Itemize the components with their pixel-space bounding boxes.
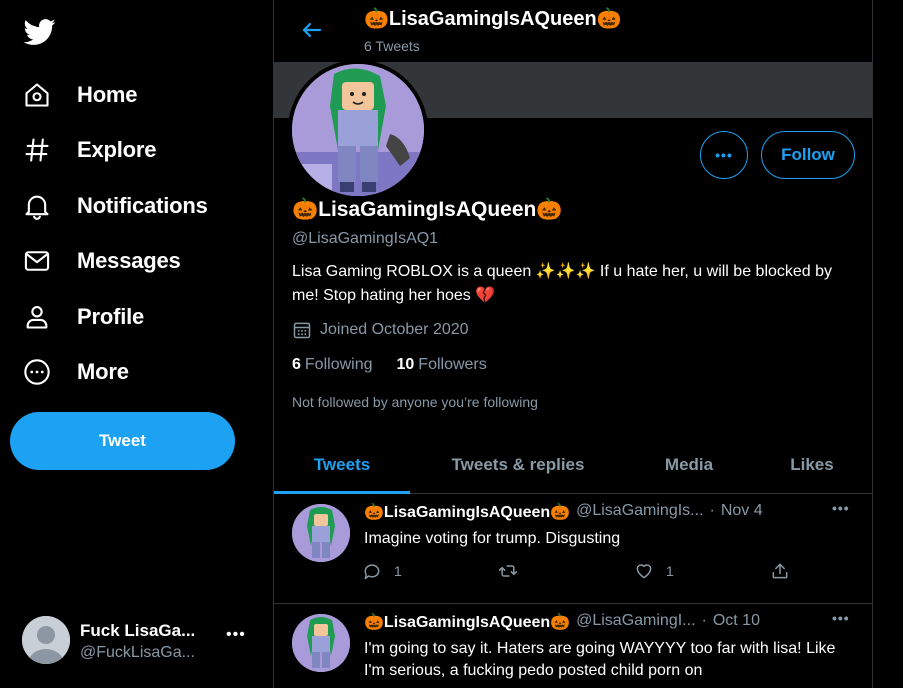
nav-explore-label: Explore bbox=[77, 137, 157, 162]
tweet-author-handle[interactable]: @LisaGamingI... bbox=[576, 612, 695, 632]
tab-tweets-and-replies[interactable]: Tweets & replies bbox=[410, 436, 626, 493]
following-count: 6 bbox=[292, 356, 301, 373]
home-icon bbox=[22, 80, 52, 110]
calendar-icon bbox=[292, 320, 312, 340]
retweet-button[interactable] bbox=[498, 561, 530, 581]
followers-count: 10 bbox=[396, 356, 415, 373]
separator-dot: · bbox=[709, 502, 715, 519]
profile-header-bar: 🎃LisaGamingIsAQueen🎃 6 Tweets bbox=[274, 0, 872, 62]
profile-column: 🎃LisaGamingIsAQueen🎃 6 Tweets ••• Follow… bbox=[273, 0, 873, 688]
tab-likes[interactable]: Likes bbox=[752, 436, 872, 493]
separator-dot: · bbox=[701, 612, 707, 629]
following-label: Following bbox=[304, 356, 373, 373]
tweet-avatar[interactable] bbox=[292, 504, 350, 562]
account-handle: @FuckLisaGa... bbox=[80, 644, 195, 661]
followers-link[interactable]: 10 Followers bbox=[397, 356, 487, 374]
joined-label: Joined October 2020 bbox=[320, 321, 469, 338]
twitter-bird-icon[interactable] bbox=[22, 16, 58, 48]
followers-label: Followers bbox=[418, 356, 487, 373]
nav-messages-label: Messages bbox=[77, 248, 181, 273]
profile-name: 🎃LisaGamingIsAQueen🎃 bbox=[292, 198, 563, 221]
tab-media[interactable]: Media bbox=[626, 436, 752, 493]
account-name: Fuck LisaGa... bbox=[80, 621, 196, 640]
bell-icon bbox=[22, 191, 52, 221]
back-arrow-icon[interactable] bbox=[300, 18, 324, 42]
tweet-header: 🎃LisaGamingIsAQueen🎃 @LisaGamingI... · O… bbox=[364, 612, 760, 632]
tweet-author-name[interactable]: 🎃LisaGamingIsAQueen🎃 bbox=[364, 612, 570, 632]
nav-profile-label: Profile bbox=[77, 304, 145, 329]
reply-button[interactable]: 1 bbox=[362, 561, 402, 581]
tweet-avatar[interactable] bbox=[292, 614, 350, 672]
tweet-more-icon[interactable]: ••• bbox=[832, 500, 850, 516]
tweet-text: I'm going to say it. Haters are going WA… bbox=[364, 640, 836, 679]
profile-more-button[interactable]: ••• bbox=[700, 131, 748, 179]
retweet-icon bbox=[498, 565, 518, 577]
share-button[interactable] bbox=[770, 561, 802, 581]
tweet-timestamp[interactable]: Oct 10 bbox=[713, 612, 760, 632]
nav-profile[interactable]: Profile bbox=[22, 297, 144, 337]
hashtag-icon bbox=[22, 135, 52, 165]
profile-handle: @LisaGamingIsAQ1 bbox=[292, 230, 439, 247]
nav-home[interactable]: Home bbox=[22, 75, 138, 115]
reply-icon bbox=[364, 564, 380, 580]
account-switcher[interactable]: Fuck LisaGa... @FuckLisaGa... ••• bbox=[20, 612, 260, 670]
nav-home-label: Home bbox=[77, 82, 138, 107]
more-circle-icon bbox=[22, 357, 52, 387]
profile-avatar[interactable] bbox=[288, 60, 428, 200]
nav-more-label: More bbox=[77, 359, 129, 384]
following-link[interactable]: 6 Following bbox=[292, 356, 373, 374]
nav-notifications[interactable]: Notifications bbox=[22, 186, 208, 226]
like-count: 1 bbox=[666, 563, 674, 579]
not-followed-notice: Not followed by anyone you’re following bbox=[292, 394, 538, 410]
nav-explore[interactable]: Explore bbox=[22, 130, 156, 170]
person-icon bbox=[22, 302, 52, 332]
header-title: 🎃LisaGamingIsAQueen🎃 bbox=[364, 8, 622, 30]
follow-button[interactable]: Follow bbox=[761, 131, 855, 179]
reply-count: 1 bbox=[394, 563, 402, 579]
tweet-item[interactable]: 🎃LisaGamingIsAQueen🎃 @LisaGamingI... · O… bbox=[274, 604, 872, 688]
header-tweet-count: 6 Tweets bbox=[364, 38, 420, 54]
nav-more[interactable]: More bbox=[22, 352, 129, 392]
profile-tabs: Tweets Tweets & replies Media Likes bbox=[274, 436, 872, 494]
tweet-header: 🎃LisaGamingIsAQueen🎃 @LisaGamingIs... · … bbox=[364, 502, 763, 522]
tweet-text: Imagine voting for trump. Disgusting bbox=[364, 530, 621, 547]
joined-date: Joined October 2020 bbox=[292, 320, 469, 340]
nav-messages[interactable]: Messages bbox=[22, 241, 181, 281]
envelope-icon bbox=[22, 246, 52, 276]
tweet-item[interactable]: 🎃LisaGamingIsAQueen🎃 @LisaGamingIs... · … bbox=[274, 494, 872, 604]
tweet-actions: 1 1 bbox=[362, 561, 802, 585]
avatar bbox=[22, 616, 70, 664]
follow-stats: 6 Following 10 Followers bbox=[292, 356, 511, 374]
tweet-timestamp[interactable]: Nov 4 bbox=[721, 502, 763, 522]
tweet-button[interactable]: Tweet bbox=[10, 412, 235, 470]
left-sidebar: Home Explore Notifications Messages Prof… bbox=[0, 0, 273, 688]
account-more-icon[interactable]: ••• bbox=[226, 626, 246, 644]
tweet-author-name[interactable]: 🎃LisaGamingIsAQueen🎃 bbox=[364, 502, 570, 522]
heart-icon bbox=[636, 564, 652, 579]
nav-notifications-label: Notifications bbox=[77, 193, 208, 218]
tweet-more-icon[interactable]: ••• bbox=[832, 610, 850, 626]
like-button[interactable]: 1 bbox=[634, 561, 674, 581]
tweet-author-handle[interactable]: @LisaGamingIs... bbox=[576, 502, 703, 522]
profile-bio: Lisa Gaming ROBLOX is a queen ✨✨✨ If u h… bbox=[292, 263, 833, 304]
tab-tweets[interactable]: Tweets bbox=[274, 436, 410, 494]
share-icon bbox=[772, 563, 788, 579]
